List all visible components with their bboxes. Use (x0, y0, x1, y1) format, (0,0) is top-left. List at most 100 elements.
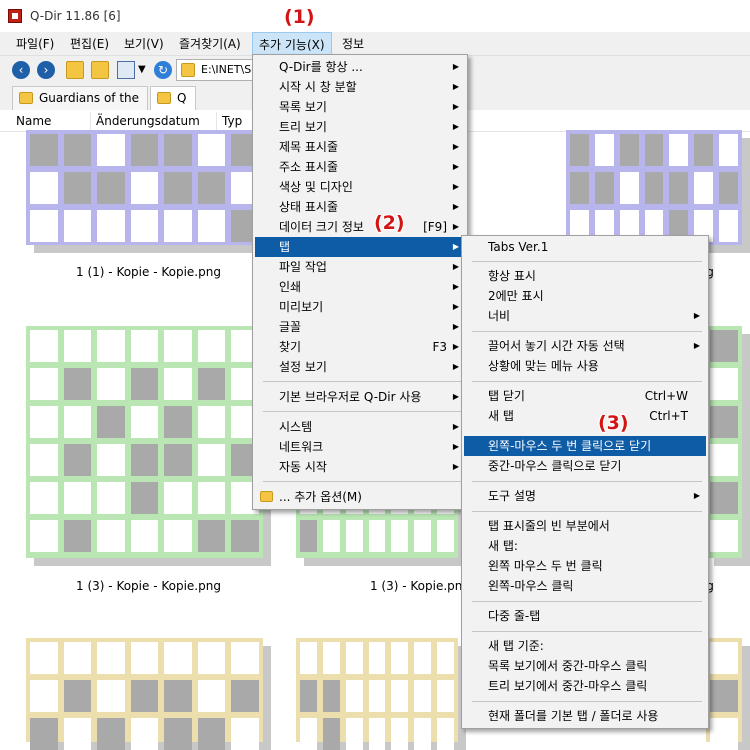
submenu-arrow-icon: ▶ (452, 302, 459, 311)
tab-submenu-item-18[interactable]: 트리 보기에서 중간-마우스 클릭 (464, 676, 706, 696)
tab-submenu-item-10[interactable]: 도구 설명 ▶ (464, 486, 706, 506)
tab-submenu-item-6[interactable]: 탭 닫기 Ctrl+W (464, 386, 706, 406)
extras-menu-item-label: 주소 표시줄 (279, 160, 339, 174)
extras-menu-item-9[interactable]: 탭 ▶ (255, 237, 465, 257)
extras-menu-item-3[interactable]: 트리 보기 ▶ (255, 117, 465, 137)
column-divider[interactable] (90, 112, 91, 130)
back-icon[interactable]: ‹ (12, 61, 30, 79)
tab-submenu-item-13[interactable]: 왼쪽 마우스 두 번 클릭 (464, 556, 706, 576)
extras-menu-item-20[interactable]: ... 추가 옵션(M) (255, 487, 465, 507)
extras-menu-item-label: 시작 시 창 분할 (279, 80, 357, 94)
tab-submenu-item-14[interactable]: 왼쪽-마우스 클릭 (464, 576, 706, 596)
tab-submenu-item-5[interactable]: 상황에 맞는 메뉴 사용 (464, 356, 706, 376)
tab-submenu-item-11[interactable]: 탭 표시줄의 빈 부분에서 (464, 516, 706, 536)
file-caption[interactable]: 1 (3) - Kopie - Kopie.png (26, 579, 271, 593)
submenu-arrow-icon: ▶ (452, 162, 459, 171)
tab-submenu-item-7[interactable]: 새 탭 Ctrl+T (464, 406, 706, 426)
tab-submenu-item-9[interactable]: 중간-마우스 클릭으로 닫기 (464, 456, 706, 476)
extras-menu-item-7[interactable]: 상태 표시줄 ▶ (255, 197, 465, 217)
extras-menu-item-18[interactable]: 네트워크 ▶ (255, 437, 465, 457)
extras-menu-item-6[interactable]: 색상 및 디자인 ▶ (255, 177, 465, 197)
column-name[interactable]: Name (16, 114, 51, 128)
tab-q[interactable]: Q (150, 86, 196, 110)
extras-menu-item-19[interactable]: 자동 시작 ▶ (255, 457, 465, 477)
column-date[interactable]: Änderungsdatum (96, 114, 200, 128)
thumbnail[interactable] (706, 638, 750, 750)
thumbnail[interactable] (26, 326, 271, 566)
submenu-arrow-icon: ▶ (693, 491, 700, 500)
tab-submenu-item-8[interactable]: 왼쪽-마우스 두 번 클릭으로 닫기 (464, 436, 706, 456)
tab-submenu-item-label: 상황에 맞는 메뉴 사용 (488, 359, 599, 373)
tab-submenu-item-label: 도구 설명 (488, 489, 536, 503)
menu-separator (472, 701, 702, 702)
tab-submenu-item-label: 중간-마우스 클릭으로 닫기 (488, 459, 622, 473)
tab-submenu-item-label: Tabs Ver.1 (488, 240, 549, 254)
refresh-icon[interactable]: ↻ (154, 61, 172, 79)
folder-icon (181, 63, 195, 77)
extras-menu-item-10[interactable]: 파일 작업 ▶ (255, 257, 465, 277)
tab-guardians[interactable]: Guardians of the ... (12, 86, 148, 119)
new-folder-icon[interactable] (91, 61, 109, 79)
menu-edit[interactable]: 편집(E) (64, 32, 115, 56)
menu-info[interactable]: 정보 (336, 32, 370, 56)
window-title: Q-Dir 11.86 [6] (30, 9, 121, 23)
thumbnail[interactable] (706, 326, 750, 566)
menu-favorites[interactable]: 즐겨찾기(A) (173, 32, 247, 56)
forward-icon[interactable]: › (37, 61, 55, 79)
submenu-arrow-icon: ▶ (452, 242, 459, 251)
thumbnail[interactable] (296, 638, 466, 750)
tab-submenu-item-3[interactable]: 너비 ▶ (464, 306, 706, 326)
tab-submenu-item-15[interactable]: 다중 줄-탭 (464, 606, 706, 626)
extras-menu-item-11[interactable]: 인쇄 ▶ (255, 277, 465, 297)
extras-menu-item-label: 찾기 (279, 340, 302, 354)
tab-submenu-item-19[interactable]: 현재 폴더를 기본 탭 / 폴더로 사용 (464, 706, 706, 726)
tab-submenu-item-1[interactable]: 항상 표시 (464, 266, 706, 286)
tab-submenu-item-shortcut: Ctrl+T (649, 409, 688, 423)
thumbnail[interactable] (26, 638, 271, 750)
extras-menu-item-14[interactable]: 찾기 F3 ▶ (255, 337, 465, 357)
up-folder-icon[interactable] (66, 61, 84, 79)
extras-menu-item-label: 시스템 (279, 420, 313, 434)
extras-menu-item-label: 제목 표시줄 (279, 140, 339, 154)
folder-icon (157, 92, 171, 104)
tab-submenu-item-2[interactable]: 2에만 표시 (464, 286, 706, 306)
extras-menu-item-16[interactable]: 기본 브라우저로 Q-Dir 사용 ▶ (255, 387, 465, 407)
menu-separator (263, 381, 461, 382)
column-type[interactable]: Typ (222, 114, 242, 128)
tab-submenu-item-label: 항상 표시 (488, 269, 536, 283)
extras-menu-item-4[interactable]: 제목 표시줄 ▶ (255, 137, 465, 157)
menu-file[interactable]: 파일(F) (10, 32, 60, 56)
tab-submenu-item-16[interactable]: 새 탭 기준: (464, 636, 706, 656)
tab-submenu-item-label: 다중 줄-탭 (488, 609, 541, 623)
extras-menu-item-13[interactable]: 글꼴 ▶ (255, 317, 465, 337)
view-mode-icon[interactable] (117, 61, 135, 79)
extras-menu-item-8[interactable]: 데이터 크기 정보 [F9] ▶ (255, 217, 465, 237)
extras-menu-item-15[interactable]: 설정 보기 ▶ (255, 357, 465, 377)
tab-submenu-item-0[interactable]: Tabs Ver.1 (464, 237, 706, 257)
menu-separator (263, 411, 461, 412)
tab-submenu-item-label: 왼쪽 마우스 두 번 클릭 (488, 559, 603, 573)
extras-menu-item-5[interactable]: 주소 표시줄 ▶ (255, 157, 465, 177)
extras-menu-item-label: 네트워크 (279, 440, 324, 454)
extras-menu-item-shortcut: [F9] (423, 220, 447, 234)
menu-view[interactable]: 보기(V) (118, 32, 170, 56)
extras-menu-item-2[interactable]: 목록 보기 ▶ (255, 97, 465, 117)
folder-icon (19, 92, 33, 104)
extras-menu-item-17[interactable]: 시스템 ▶ (255, 417, 465, 437)
thumbnail[interactable] (26, 130, 271, 253)
extras-menu-item-0[interactable]: Q-Dir를 항상 ... ▶ (255, 57, 465, 77)
tab-submenu-item-label: 왼쪽-마우스 두 번 클릭으로 닫기 (488, 439, 652, 453)
column-divider[interactable] (216, 112, 217, 130)
extras-menu-item-12[interactable]: 미리보기 ▶ (255, 297, 465, 317)
tab-submenu-item-17[interactable]: 목록 보기에서 중간-마우스 클릭 (464, 656, 706, 676)
tab-submenu-item-4[interactable]: 끌어서 놓기 시간 자동 선택 ▶ (464, 336, 706, 356)
submenu-arrow-icon: ▶ (452, 142, 459, 151)
menu-extras[interactable]: 추가 기능(X) (252, 32, 332, 56)
menu-separator (263, 481, 461, 482)
extras-menu-item-1[interactable]: 시작 시 창 분할 ▶ (255, 77, 465, 97)
tab-submenu-item-12[interactable]: 새 탭: (464, 536, 706, 556)
submenu-arrow-icon: ▶ (693, 311, 700, 320)
file-caption[interactable]: 1 (1) - Kopie - Kopie.png (26, 265, 271, 279)
submenu-arrow-icon: ▶ (452, 422, 459, 431)
extras-menu-item-label: 데이터 크기 정보 (279, 220, 364, 234)
